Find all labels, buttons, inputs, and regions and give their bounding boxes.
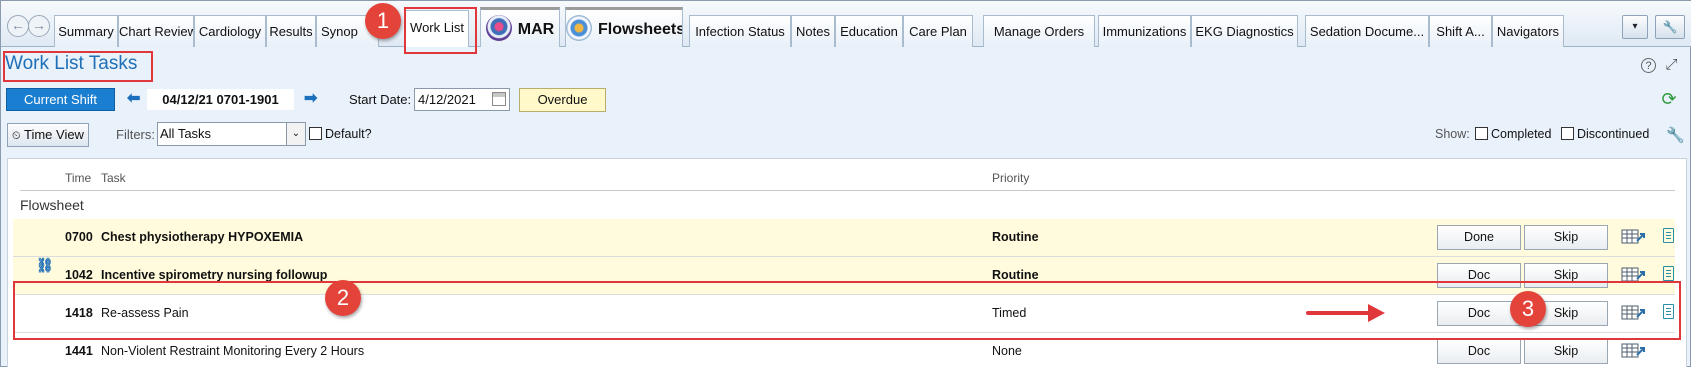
completed-checkbox[interactable] — [1475, 127, 1488, 140]
task-priority: None — [992, 344, 1022, 358]
task-name: Incentive spirometry nursing followup — [101, 268, 328, 282]
annotation-arrow-head-icon — [1368, 304, 1385, 322]
tab-flowsheets-label: Flowsheets — [598, 21, 683, 38]
filters-label: Filters: — [116, 127, 155, 142]
discontinued-checkbox[interactable] — [1561, 127, 1574, 140]
tab-summary[interactable]: Summary — [54, 15, 118, 47]
annotation-badge-1: 1 — [365, 3, 401, 39]
annotation-badge-3: 3 — [1510, 291, 1546, 327]
tab-overflow-dropdown[interactable]: ▾ — [1622, 15, 1648, 39]
tab-infection-status[interactable]: Infection Status — [689, 15, 791, 47]
tab-immunizations[interactable]: Immunizations — [1098, 15, 1191, 47]
time-view-button[interactable]: ⏲ Time View — [7, 123, 89, 147]
annotation-arrow-shaft — [1306, 311, 1371, 315]
tab-chart-review[interactable]: Chart Review — [118, 15, 194, 47]
tab-ekg-diagnostics[interactable]: EKG Diagnostics — [1191, 15, 1298, 47]
link-icon[interactable]: ⛓ — [36, 257, 54, 274]
tab-results[interactable]: Results — [266, 15, 316, 47]
annotation-box-work-list-tab — [404, 7, 477, 54]
previous-shift-arrow-icon[interactable]: ⬅ — [127, 90, 140, 108]
task-time: 0700 — [65, 230, 93, 244]
activity-tab-bar: ← → Summary Chart Review Cardiology Resu… — [1, 1, 1691, 47]
annotation-badge-2: 2 — [325, 280, 361, 316]
flowsheet-grid-icon[interactable] — [1621, 229, 1646, 245]
completed-label: Completed — [1491, 127, 1552, 141]
start-date-value: 4/12/2021 — [418, 92, 476, 107]
start-date-input[interactable]: 4/12/2021 — [414, 88, 510, 111]
calendar-icon[interactable] — [492, 92, 506, 106]
discontinued-label: Discontinued — [1577, 127, 1650, 141]
next-shift-arrow-icon[interactable]: ➡ — [304, 90, 317, 108]
back-icon[interactable]: ← — [7, 15, 29, 37]
tab-education[interactable]: Education — [835, 15, 903, 47]
tab-navigators[interactable]: Navigators — [1492, 15, 1564, 47]
show-label: Show: — [1435, 127, 1470, 141]
tab-cardiology[interactable]: Cardiology — [194, 15, 266, 47]
chevron-down-icon[interactable]: ⌄ — [286, 123, 305, 145]
default-checkbox[interactable] — [309, 127, 322, 140]
document-icon[interactable] — [1663, 228, 1674, 243]
tab-mar[interactable]: MAR — [480, 7, 560, 47]
overdue-button[interactable]: Overdue — [519, 88, 606, 112]
skip-button[interactable]: Skip — [1524, 225, 1608, 250]
task-name: Non-Violent Restraint Monitoring Every 2… — [101, 344, 365, 358]
app-window: ← → Summary Chart Review Cardiology Resu… — [0, 0, 1691, 367]
column-header-priority: Priority — [992, 171, 1030, 185]
task-time: 1042 — [65, 268, 93, 282]
task-name: Chest physiotherapy HYPOXEMIA — [101, 230, 304, 244]
clock-icon: ⏲ — [12, 130, 21, 142]
done-button[interactable]: Done — [1437, 225, 1521, 250]
mar-icon — [485, 14, 512, 41]
wrench-icon[interactable]: 🔧 — [1655, 15, 1685, 39]
annotation-box-title — [3, 51, 153, 82]
default-label: Default? — [325, 127, 372, 141]
document-icon[interactable] — [1663, 266, 1674, 281]
start-date-label: Start Date: — [349, 92, 412, 107]
tab-sedation-documentation[interactable]: Sedation Docume... — [1305, 15, 1429, 47]
task-time: 1441 — [65, 344, 93, 358]
tab-notes[interactable]: Notes — [791, 15, 835, 47]
help-icon[interactable]: ? — [1641, 58, 1656, 73]
flowsheets-icon — [566, 14, 592, 41]
doc-button[interactable]: Doc — [1437, 339, 1521, 364]
tab-mar-label: MAR — [517, 21, 555, 38]
tab-flowsheets[interactable]: Flowsheets — [565, 7, 683, 47]
filter-value: All Tasks — [160, 126, 212, 141]
tab-care-plan[interactable]: Care Plan — [903, 15, 973, 47]
skip-button[interactable]: Skip — [1524, 339, 1608, 364]
settings-wrench-icon[interactable]: 🔧 — [1666, 126, 1685, 144]
refresh-icon[interactable]: ⟳ — [1661, 90, 1677, 108]
tab-shift-assessment[interactable]: Shift A... — [1429, 15, 1492, 47]
filter-select[interactable]: All Tasks ⌄ — [157, 122, 306, 146]
task-row[interactable]: 0700 Chest physiotherapy HYPOXEMIA Routi… — [13, 219, 1675, 257]
annotation-box-reassess-row — [13, 281, 1681, 340]
shift-range-display: 04/12/21 0701-1901 — [147, 89, 294, 110]
header-divider — [20, 190, 1675, 191]
column-header-task: Task — [101, 171, 126, 185]
forward-icon[interactable]: → — [28, 15, 50, 37]
task-priority: Routine — [992, 268, 1039, 282]
current-shift-button[interactable]: Current Shift — [6, 88, 115, 111]
expand-icon[interactable]: ⤢ — [1664, 57, 1679, 73]
time-view-label: Time View — [23, 127, 84, 142]
section-heading-flowsheet: Flowsheet — [20, 197, 84, 213]
tab-manage-orders[interactable]: Manage Orders — [983, 15, 1095, 47]
task-priority: Routine — [992, 230, 1039, 244]
column-header-time: Time — [65, 171, 92, 185]
flowsheet-grid-icon[interactable] — [1621, 343, 1646, 359]
